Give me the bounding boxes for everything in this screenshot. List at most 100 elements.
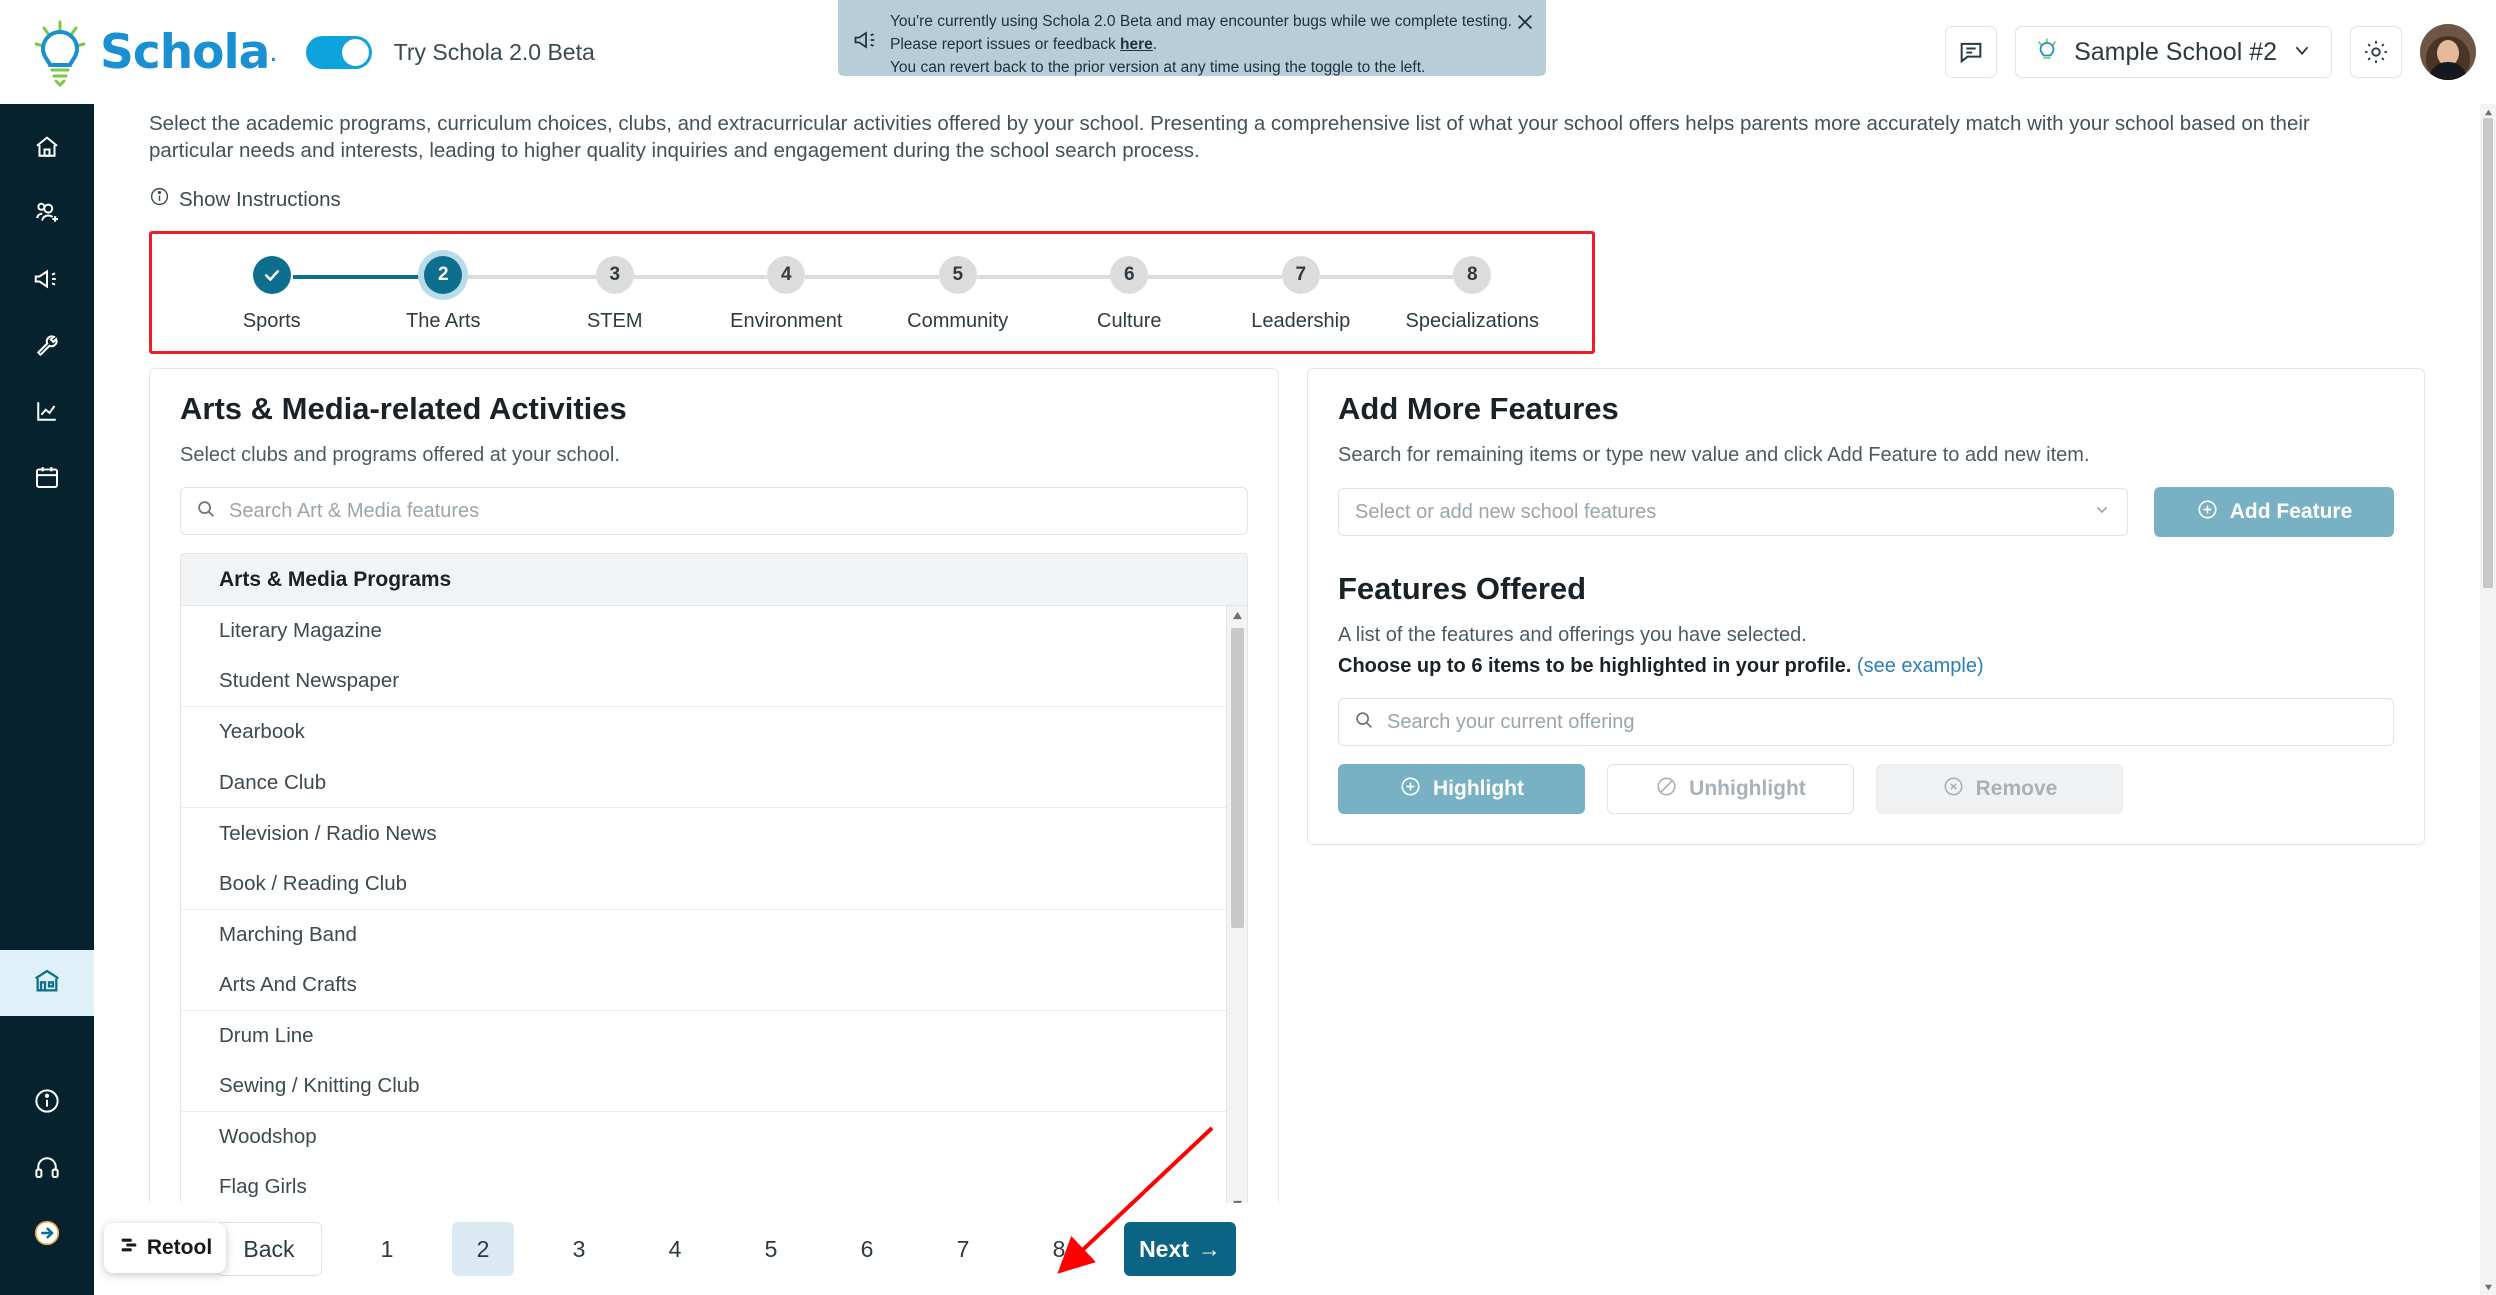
unhighlight-label: Unhighlight — [1689, 777, 1806, 800]
step-label-1[interactable]: Sports — [243, 310, 301, 333]
school-name: Sample School #2 — [2074, 37, 2277, 66]
step-3[interactable]: 3 STEM — [529, 256, 701, 333]
avatar[interactable] — [2420, 24, 2476, 80]
next-button[interactable]: Next → — [1124, 1222, 1236, 1276]
list-scroll-thumb[interactable] — [1231, 628, 1244, 928]
caret-down-icon[interactable] — [2480, 1279, 2496, 1295]
highlight-button[interactable]: Highlight — [1338, 764, 1585, 814]
brand-dot: . — [269, 35, 278, 68]
step-label-6[interactable]: Culture — [1097, 310, 1161, 333]
see-example-link[interactable]: (see example) — [1857, 655, 1984, 677]
step-circle-8[interactable]: 8 — [1453, 256, 1492, 294]
search-offering-box[interactable] — [1338, 698, 2394, 746]
page-button-1[interactable]: 1 — [356, 1222, 418, 1276]
banner-line-2: Please report issues or feedback here. — [890, 36, 1158, 53]
list-scrollbar[interactable] — [1226, 606, 1247, 1214]
page-button-8[interactable]: 8 — [1028, 1222, 1090, 1276]
list-item[interactable]: Arts And Crafts — [181, 960, 1247, 1011]
beta-toggle[interactable] — [305, 35, 372, 69]
step-label-7[interactable]: Leadership — [1251, 310, 1350, 333]
step-connector-7 — [1319, 275, 1454, 279]
page-button-5[interactable]: 5 — [740, 1222, 802, 1276]
plus-circle-icon — [2196, 498, 2219, 527]
back-button[interactable]: Back — [216, 1222, 322, 1276]
page-scrollbar[interactable] — [2480, 104, 2496, 1295]
school-selector[interactable]: Sample School #2 — [2015, 26, 2332, 78]
step-circle-7[interactable]: 7 — [1281, 256, 1320, 294]
list-item[interactable]: Book / Reading Club — [181, 859, 1247, 910]
sidebar-item-calendar[interactable] — [0, 446, 94, 512]
list-item[interactable]: Marching Band — [181, 910, 1247, 961]
headset-icon — [32, 1152, 62, 1187]
left-sidebar — [0, 104, 94, 1295]
header-actions: Sample School #2 — [1945, 24, 2496, 80]
step-circle-3[interactable]: 3 — [595, 256, 634, 294]
gear-icon[interactable] — [2350, 26, 2402, 78]
banner-text: You're currently using Schola 2.0 Beta a… — [890, 10, 1512, 79]
list-item[interactable]: Television / Radio News — [181, 808, 1247, 859]
page-button-6[interactable]: 6 — [836, 1222, 898, 1276]
page-button-4[interactable]: 4 — [644, 1222, 706, 1276]
step-circle-4[interactable]: 4 — [767, 256, 806, 294]
page-scroll-thumb[interactable] — [2483, 118, 2493, 588]
step-label-5[interactable]: Community — [907, 310, 1008, 333]
list-item[interactable]: Literary Magazine — [181, 606, 1247, 657]
step-7[interactable]: 7 Leadership — [1215, 256, 1387, 333]
list-item[interactable]: Dance Club — [181, 758, 1247, 809]
step-label-4[interactable]: Environment — [730, 310, 842, 333]
step-5[interactable]: 5 Community — [872, 256, 1044, 333]
step-4[interactable]: 4 Environment — [701, 256, 873, 333]
sidebar-item-marketing[interactable] — [0, 248, 94, 314]
features-offered-line2: Choose up to 6 items to be highlighted i… — [1338, 655, 1984, 677]
sidebar-item-support[interactable] — [0, 1136, 94, 1202]
step-1[interactable]: Sports — [186, 256, 358, 333]
remove-button[interactable]: Remove — [1876, 764, 2123, 814]
list-item[interactable]: Drum Line — [181, 1011, 1247, 1062]
school-features-select-value: Select or add new school features — [1355, 500, 1657, 523]
list-item[interactable]: Sewing / Knitting Club — [181, 1061, 1247, 1112]
show-instructions-toggle[interactable]: Show Instructions — [149, 186, 341, 213]
sidebar-item-school-profile[interactable] — [0, 950, 94, 1016]
caret-up-icon[interactable] — [1227, 606, 1247, 625]
list-item[interactable]: Woodshop — [181, 1112, 1247, 1163]
step-circle-5[interactable]: 5 — [938, 256, 977, 294]
retool-badge[interactable]: Retool — [104, 1223, 226, 1273]
step-circle-2[interactable]: 2 — [424, 256, 463, 294]
sidebar-item-info[interactable] — [0, 1070, 94, 1136]
step-label-8[interactable]: Specializations — [1406, 310, 1539, 333]
search-input[interactable] — [229, 499, 1233, 523]
sidebar-item-analytics[interactable] — [0, 380, 94, 446]
step-circle-1[interactable] — [252, 256, 291, 294]
add-features-title: Add More Features — [1338, 391, 1619, 426]
step-6[interactable]: 6 Culture — [1044, 256, 1216, 333]
step-label-3[interactable]: STEM — [587, 310, 643, 333]
step-2[interactable]: 2 The Arts — [358, 256, 530, 333]
lightbulb-icon — [22, 14, 98, 90]
list-item[interactable]: Student Newspaper — [181, 657, 1247, 708]
banner-line-1: You're currently using Schola 2.0 Beta a… — [890, 13, 1512, 30]
step-8[interactable]: 8 Specializations — [1387, 256, 1559, 333]
list-scroll-area[interactable]: Literary Magazine Student Newspaper Yearbo… — [181, 606, 1247, 1214]
step-label-2[interactable]: The Arts — [406, 310, 480, 333]
page-button-7[interactable]: 7 — [932, 1222, 994, 1276]
search-art-media-box[interactable] — [180, 487, 1248, 535]
sidebar-item-leads[interactable] — [0, 182, 94, 248]
page-button-2[interactable]: 2 — [452, 1222, 514, 1276]
highlight-label: Highlight — [1433, 777, 1524, 800]
add-user-icon — [32, 198, 62, 233]
unhighlight-button[interactable]: Unhighlight — [1607, 764, 1854, 814]
sidebar-item-home[interactable] — [0, 116, 94, 182]
brand-logo[interactable]: Schola . — [22, 14, 278, 90]
sidebar-item-tools[interactable] — [0, 314, 94, 380]
list-item[interactable]: Yearbook — [181, 707, 1247, 758]
add-feature-button[interactable]: Add Feature — [2154, 487, 2394, 537]
offering-search-input[interactable] — [1387, 710, 2379, 734]
chat-icon[interactable] — [1945, 26, 1998, 78]
sidebar-item-logout[interactable] — [0, 1202, 94, 1268]
step-circle-6[interactable]: 6 — [1110, 256, 1149, 294]
page-button-3[interactable]: 3 — [548, 1222, 610, 1276]
close-icon[interactable] — [1514, 11, 1536, 33]
school-features-select[interactable]: Select or add new school features — [1338, 488, 2128, 536]
panel-subtitle: Select clubs and programs offered at you… — [180, 444, 620, 466]
banner-feedback-link[interactable]: here — [1120, 36, 1153, 53]
